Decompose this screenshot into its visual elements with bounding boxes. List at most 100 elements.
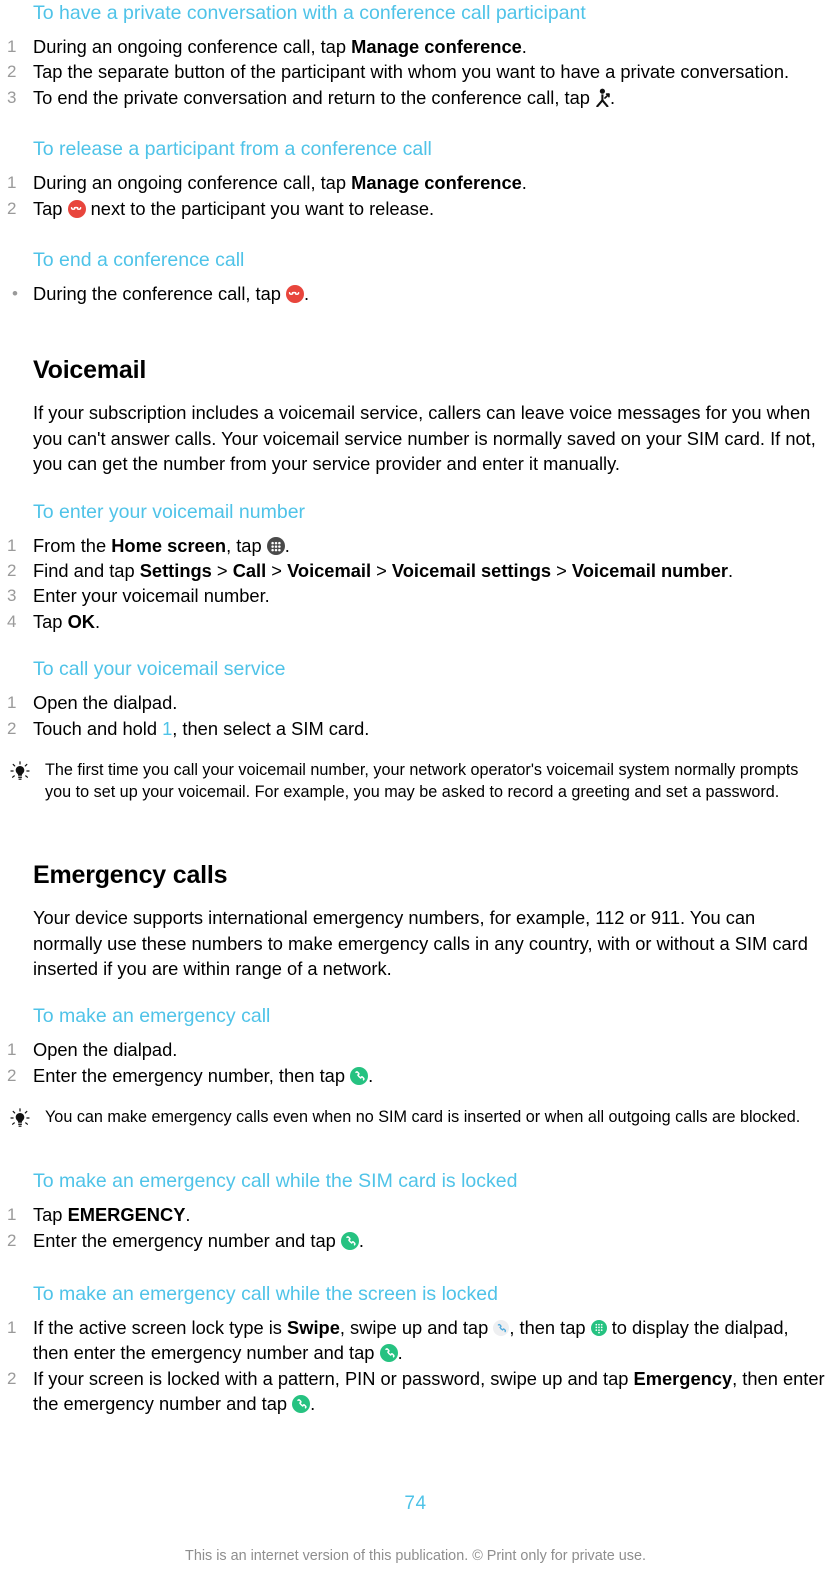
page-number: 74 xyxy=(404,1493,427,1514)
tip-text: You can make emergency calls even when n… xyxy=(45,1108,801,1127)
step-text-seg: > xyxy=(371,560,392,582)
lightbulb-icon xyxy=(8,761,32,783)
list-item: 1 Open the dialpad. xyxy=(0,690,831,715)
list-item: 2 Find and tap Settings > Call > Voicema… xyxy=(0,558,831,583)
list-item: 4 Tap OK. xyxy=(0,609,831,634)
bullets-end-conference: • During the conference call, tap . xyxy=(0,281,831,306)
list-item: 2 If your screen is locked with a patter… xyxy=(0,1366,831,1417)
step-text-bold: Manage conference xyxy=(351,172,522,194)
step-text-pre: Enter your voicemail number. xyxy=(33,585,270,607)
step-text-p3: . xyxy=(310,1393,316,1415)
step-number: 2 xyxy=(7,561,17,581)
step-text-seg: > xyxy=(211,560,233,582)
tip-text: The first time you call your voicemail n… xyxy=(45,761,799,802)
phone-shortcut-icon xyxy=(493,1319,510,1336)
list-item: 1 From the Home screen, tap . xyxy=(0,533,831,558)
step-text-bold: Swipe xyxy=(287,1316,340,1338)
steps-enter-voicemail-number: 1 From the Home screen, tap . 2 Find and… xyxy=(0,533,831,635)
list-item: 1 Tap EMERGENCY. xyxy=(0,1202,831,1227)
voicemail-intro: If your subscription includes a voicemai… xyxy=(33,402,816,475)
bullet-text-pre: During the conference call, tap xyxy=(33,283,287,305)
step-text-post: . xyxy=(521,36,527,57)
list-item: 2 Tap next to the participant you want t… xyxy=(0,196,831,221)
step-text-pre: Tap xyxy=(33,610,68,632)
heading-private-conversation: To have a private conversation with a co… xyxy=(33,2,586,24)
end-call-icon xyxy=(286,285,305,304)
step-text-seg-bold: Call xyxy=(232,560,267,582)
steps-make-emergency-call: 1 Open the dialpad. 2 Enter the emergenc… xyxy=(0,1037,831,1088)
step-text-pre: Tap xyxy=(33,1204,68,1226)
step-text-pre: Tap xyxy=(33,197,68,219)
bullet-marker: • xyxy=(12,284,18,304)
tip-emergency-no-sim: You can make emergency calls even when n… xyxy=(0,1106,831,1128)
step-number: 2 xyxy=(7,198,17,218)
step-text-pre: Enter the emergency number, then tap xyxy=(33,1064,351,1086)
step-text-post: , then select a SIM card. xyxy=(172,717,370,739)
list-item: 1 During an ongoing conference call, tap… xyxy=(0,34,831,59)
heading-call-voicemail-service: To call your voicemail service xyxy=(33,658,286,681)
step-text-post: . xyxy=(284,534,290,556)
end-call-icon xyxy=(67,199,86,218)
steps-release-participant: 1 During an ongoing conference call, tap… xyxy=(0,170,831,221)
call-icon xyxy=(379,1344,398,1363)
step-text-bold: OK xyxy=(67,610,95,632)
step-number: 2 xyxy=(7,62,17,82)
list-item: 2 Tap the separate button of the partici… xyxy=(0,59,831,84)
heading-end-conference: To end a conference call xyxy=(33,249,245,272)
heading-emergency-sim-locked: To make an emergency call while the SIM … xyxy=(33,1170,518,1193)
step-text-post: . xyxy=(610,86,616,108)
step-number: 2 xyxy=(7,1368,17,1388)
step-number: 1 xyxy=(7,1205,17,1225)
step-text-bold: Emergency xyxy=(633,1367,733,1389)
step-text-post: . xyxy=(368,1064,374,1086)
step-text-pre: During an ongoing conference call, tap xyxy=(33,172,352,194)
heading-release-participant: To release a participant from a conferen… xyxy=(33,138,432,161)
step-number: 2 xyxy=(7,718,17,738)
list-item: 1 If the active screen lock type is Swip… xyxy=(0,1315,831,1366)
step-text-post: . xyxy=(358,1229,365,1251)
step-text-post: next to the participant you want to rele… xyxy=(85,197,435,219)
list-item: 2 Enter the emergency number, then tap . xyxy=(0,1063,831,1088)
steps-private-conversation: 1 During an ongoing conference call, tap… xyxy=(0,34,831,110)
page-title-voicemail: Voicemail xyxy=(33,356,147,385)
step-text-post: . xyxy=(521,172,527,194)
step-text-seg: Find and tap xyxy=(33,560,140,582)
step-number: 1 xyxy=(7,693,17,713)
step-text-seg-bold: Voicemail number xyxy=(571,560,729,582)
list-item: 1 During an ongoing conference call, tap… xyxy=(0,170,831,195)
list-item: • During the conference call, tap . xyxy=(0,281,831,306)
step-text-pre: To end the private conversation and retu… xyxy=(33,86,595,108)
step-text-p5: . xyxy=(397,1342,403,1364)
heading-emergency-screen-locked: To make an emergency call while the scre… xyxy=(33,1282,498,1305)
step-number: 2 xyxy=(7,1065,17,1085)
call-icon xyxy=(340,1231,359,1250)
step-number: 4 xyxy=(7,611,17,631)
bullet-text-post: . xyxy=(304,283,310,305)
step-text-pre: During an ongoing conference call, tap xyxy=(33,36,352,57)
page-title-emergency-calls: Emergency calls xyxy=(33,861,228,890)
steps-call-voicemail-service: 1 Open the dialpad. 2 Touch and hold 1, … xyxy=(0,690,831,741)
step-text-seg: > xyxy=(551,560,572,582)
step-text-pre: Open the dialpad. xyxy=(33,692,178,714)
step-text-bold: Home screen xyxy=(111,534,227,556)
step-text-mid: , tap xyxy=(226,534,267,556)
tip-voicemail-first-call: The first time you call your voicemail n… xyxy=(0,759,831,803)
step-text-post: . xyxy=(94,610,101,632)
step-text-bold: Manage conference xyxy=(351,36,522,57)
step-text-seg-bold: Voicemail settings xyxy=(391,560,552,582)
step-number: 2 xyxy=(7,1230,17,1250)
lightbulb-icon xyxy=(8,1108,32,1130)
footer-copyright-note: This is an internet version of this publ… xyxy=(185,1548,646,1564)
step-number: 1 xyxy=(7,37,17,56)
step-text-p1: If the active screen lock type is xyxy=(33,1316,288,1338)
list-item: 2 Enter the emergency number and tap . xyxy=(0,1228,831,1253)
step-text-seg: > xyxy=(266,560,288,582)
step-number: 1 xyxy=(7,535,17,555)
step-text-seg-bold: Settings xyxy=(139,560,212,582)
step-number: 3 xyxy=(7,87,17,107)
step-text-seg: . xyxy=(728,560,734,582)
step-text-seg-bold: Voicemail xyxy=(287,560,372,582)
merge-call-icon xyxy=(595,88,610,107)
step-number: 3 xyxy=(7,586,17,606)
manual-page: To have a private conversation with a co… xyxy=(0,0,831,1590)
